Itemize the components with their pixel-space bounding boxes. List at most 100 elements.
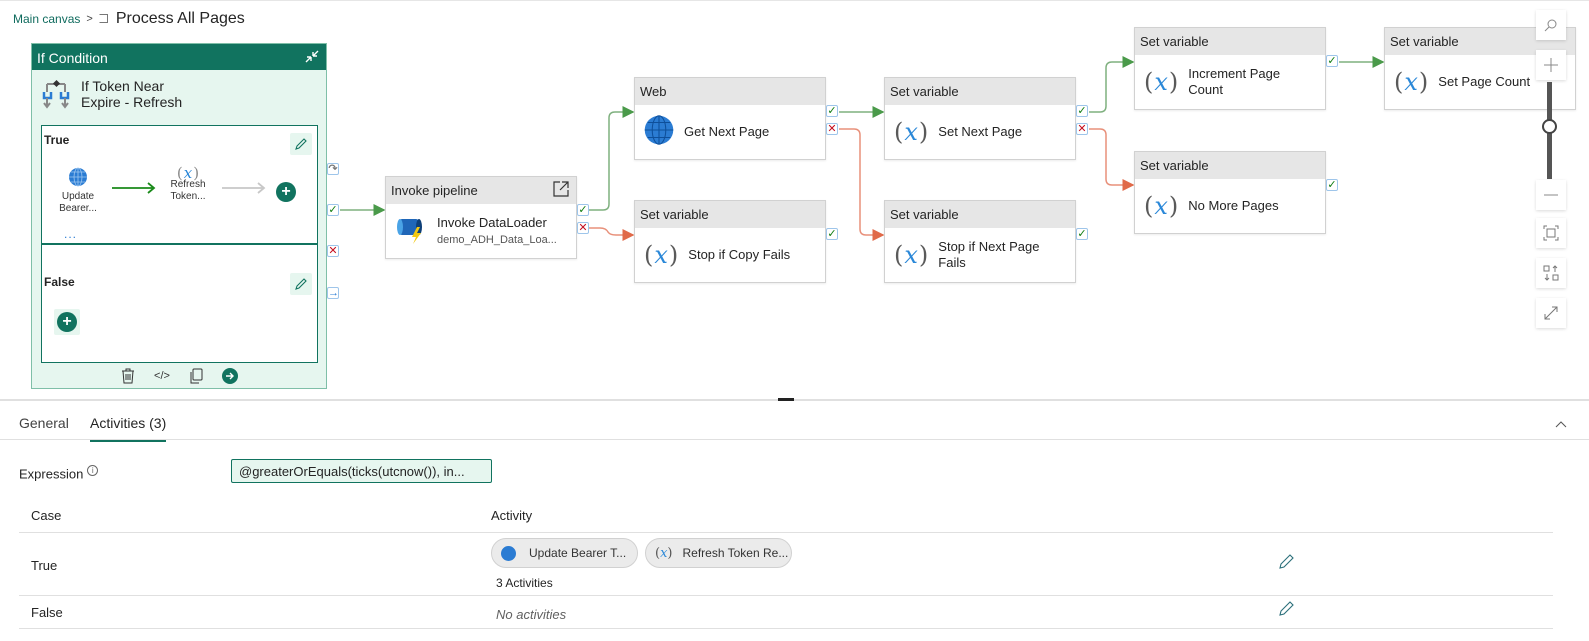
activity-invoke-dataloader[interactable]: Invoke pipeline Invoke DataLoader demo_A… xyxy=(385,176,577,259)
case-label: False xyxy=(31,605,63,620)
activity-set-next-page[interactable]: Set variable (x) Set Next Page xyxy=(884,77,1076,160)
variable-icon: (x) xyxy=(176,164,200,182)
chevron-up-icon[interactable] xyxy=(1555,415,1567,428)
activity-type-label: Set variable xyxy=(640,207,709,222)
port-completion[interactable]: → xyxy=(327,287,339,299)
variable-icon: (x) xyxy=(1144,68,1179,96)
edit-true-branch-button[interactable] xyxy=(290,133,312,155)
open-pipeline-icon[interactable] xyxy=(552,180,570,201)
info-icon[interactable]: i xyxy=(87,465,99,476)
fit-to-screen-icon[interactable] xyxy=(1536,218,1566,248)
if-condition-name: If Token Near Expire - Refresh xyxy=(81,78,182,110)
variable-icon: (x) xyxy=(894,118,929,146)
port-skip[interactable]: ↷ xyxy=(327,163,339,175)
resize-handle[interactable] xyxy=(778,398,794,401)
port-success[interactable]: ✓ xyxy=(826,228,838,240)
activities-count: 3 Activities xyxy=(496,576,553,590)
activity-type-label: Set variable xyxy=(1390,34,1459,49)
activity-pill-label: Refresh Token Re... xyxy=(682,546,789,560)
activity-pill-update-bearer[interactable]: Update Bearer T... xyxy=(491,538,638,568)
true-branch[interactable]: True Update Bearer... (x) Refresh Token.… xyxy=(41,125,318,244)
auto-align-icon[interactable] xyxy=(1536,258,1566,288)
tab-activities[interactable]: Activities (3) xyxy=(90,415,167,442)
expression-label-text: Expression xyxy=(19,466,84,482)
mini-activity-line2: Token... xyxy=(170,191,206,202)
port-failure[interactable]: ✕ xyxy=(1076,123,1088,135)
variable-icon: (x) xyxy=(894,241,929,269)
activity-type-label: Set variable xyxy=(890,207,959,222)
collapse-icon[interactable] xyxy=(303,48,321,66)
no-activities-text: No activities xyxy=(496,607,567,622)
activity-name: Set Next Page xyxy=(938,124,1023,139)
false-branch-label: False xyxy=(44,275,75,289)
port-failure[interactable]: ✕ xyxy=(327,245,339,257)
add-activity-false-button[interactable]: + xyxy=(57,312,77,332)
port-failure[interactable]: ✕ xyxy=(577,222,589,234)
copy-icon[interactable] xyxy=(187,367,205,385)
search-icon[interactable] xyxy=(1536,10,1566,40)
activity-no-more-pages[interactable]: Set variable (x) No More Pages xyxy=(1134,151,1326,234)
tab-general[interactable]: General xyxy=(19,415,69,431)
mini-activity-update-bearer[interactable]: Update Bearer... xyxy=(53,167,103,215)
activity-name: Stop if Next Page Fails xyxy=(938,239,1039,271)
port-success[interactable]: ✓ xyxy=(327,204,339,216)
activity-pill-refresh-token[interactable]: (x) Refresh Token Re... xyxy=(645,538,792,568)
mini-activity-line1: Update xyxy=(61,191,95,202)
link-web-fail xyxy=(839,128,885,241)
pipeline-canvas[interactable]: Main canvas > Process All Pages If Condi… xyxy=(0,0,1589,399)
port-success[interactable]: ✓ xyxy=(1326,55,1338,67)
page-icon xyxy=(98,13,108,23)
activity-get-next-page[interactable]: Web Get Next Page xyxy=(634,77,826,160)
if-condition-activity[interactable]: If Condition If Token Near Expire - Refr… xyxy=(31,43,327,389)
activity-name: Stop if Copy Fails xyxy=(688,247,791,262)
add-activity-true-button[interactable]: + xyxy=(276,182,296,202)
activity-type-label: Invoke pipeline xyxy=(391,183,478,198)
port-success[interactable]: ✓ xyxy=(577,204,589,216)
zoom-out-icon[interactable] xyxy=(1536,180,1566,210)
activity-name: Set Page Count xyxy=(1438,74,1531,89)
mini-activity-refresh-token[interactable]: (x) Refresh Token... xyxy=(163,164,213,203)
panel-divider xyxy=(0,398,1589,401)
activity-name-line1: Increment Page xyxy=(1188,66,1281,81)
breadcrumb-main-canvas[interactable]: Main canvas xyxy=(13,12,80,26)
zoom-in-icon[interactable] xyxy=(1536,50,1566,80)
port-success[interactable]: ✓ xyxy=(826,105,838,117)
delete-icon[interactable] xyxy=(119,367,137,385)
arrow-icon xyxy=(222,182,266,194)
case-label: True xyxy=(31,558,58,573)
false-branch[interactable]: False + xyxy=(41,244,318,363)
activity-type-label: Set variable xyxy=(1140,158,1209,173)
if-condition-icon xyxy=(41,78,71,115)
more-activities-indicator[interactable]: ... xyxy=(64,227,77,241)
column-header-case: Case xyxy=(31,508,62,523)
code-icon[interactable]: </> xyxy=(153,367,171,385)
activity-type-label: Set variable xyxy=(1140,34,1209,49)
breadcrumb: Main canvas > Process All Pages xyxy=(13,10,245,28)
activity-type: Set variable xyxy=(1135,152,1325,179)
activity-pill-label: Update Bearer T... xyxy=(529,546,627,560)
port-success[interactable]: ✓ xyxy=(1326,179,1338,191)
edit-false-case-button[interactable] xyxy=(1278,601,1294,622)
expression-input[interactable]: @greaterOrEquals(ticks(utcnow()), in... xyxy=(231,459,492,483)
breadcrumb-current: Process All Pages xyxy=(115,10,245,27)
variable-icon: (x) xyxy=(644,241,679,269)
go-to-icon[interactable] xyxy=(221,367,239,385)
activity-name-line2: Count xyxy=(1188,82,1223,97)
edit-true-case-button[interactable] xyxy=(1278,554,1294,575)
port-success[interactable]: ✓ xyxy=(1076,105,1088,117)
activity-stop-if-copy-fails[interactable]: Set variable (x) Stop if Copy Fails xyxy=(634,200,826,283)
if-condition-title: If Token Near Expire - Refresh xyxy=(32,70,326,124)
zoom-slider-thumb[interactable] xyxy=(1542,118,1557,134)
pipeline-icon xyxy=(395,213,427,250)
if-condition-name-line1: If Token Near xyxy=(81,78,165,94)
if-condition-header: If Condition xyxy=(32,44,326,70)
activity-stop-if-next-page-fails[interactable]: Set variable (x) Stop if Next Page Fails xyxy=(884,200,1076,283)
port-success[interactable]: ✓ xyxy=(1076,228,1088,240)
edit-false-branch-button[interactable] xyxy=(290,273,312,295)
port-failure[interactable]: ✕ xyxy=(826,123,838,135)
activity-type: Invoke pipeline xyxy=(386,177,576,204)
expand-icon[interactable] xyxy=(1536,298,1566,328)
activity-increment-page-count[interactable]: Set variable (x) Increment Page Count xyxy=(1134,27,1326,110)
activity-subtitle: demo_ADH_Data_Loa... xyxy=(437,233,557,246)
variable-icon: (x) xyxy=(1144,192,1179,220)
